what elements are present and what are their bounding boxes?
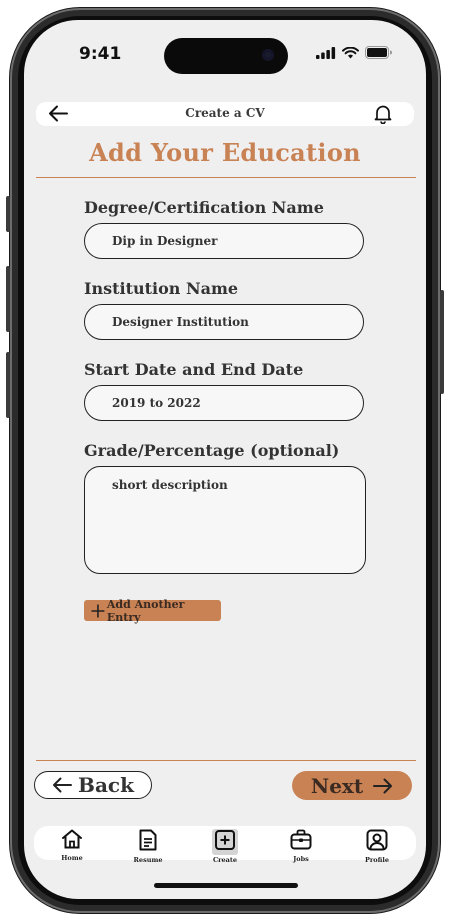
next-button[interactable]: Next: [292, 771, 412, 800]
next-button-label: Next: [310, 773, 364, 798]
signal-icon: [316, 46, 336, 59]
user-square-icon: [366, 829, 388, 851]
nav-label-resume: Resume: [133, 856, 163, 864]
nav-label-create: Create: [212, 856, 238, 864]
degree-input[interactable]: Dip in Designer: [84, 223, 364, 259]
institution-input[interactable]: Designer Institution: [84, 304, 364, 340]
app-bar-title: Create a CV: [185, 106, 265, 120]
nav-label-jobs: Jobs: [293, 855, 309, 863]
degree-label: Degree/Certification Name: [84, 198, 324, 217]
dates-label: Start Date and End Date: [84, 360, 304, 379]
volume-down-button: [6, 352, 10, 418]
dynamic-island: [164, 38, 288, 74]
institution-label: Institution Name: [84, 279, 239, 298]
wifi-icon: [342, 46, 359, 58]
volume-up-button: [6, 266, 10, 332]
bottom-nav: Home Resume Create Jobs Profile: [34, 826, 416, 864]
camera-icon: [262, 49, 274, 61]
footer-divider: [36, 760, 416, 761]
grade-textarea[interactable]: short description: [84, 466, 366, 574]
app-bar: Create a CV: [36, 102, 414, 126]
nav-item-resume[interactable]: Resume: [123, 829, 173, 864]
home-indicator[interactable]: [154, 883, 298, 888]
silent-switch: [6, 196, 10, 232]
back-button-label: Back: [78, 773, 134, 797]
add-another-entry-button[interactable]: Add Another Entry: [84, 597, 221, 624]
screen: 9:41 Create a CV Add Your Education Degr…: [24, 20, 426, 899]
add-another-entry-label: Add Another Entry: [106, 597, 185, 624]
nav-item-jobs[interactable]: Jobs: [276, 829, 326, 863]
status-icons: [316, 46, 392, 59]
nav-item-profile[interactable]: Profile: [352, 829, 402, 864]
battery-icon: [365, 46, 392, 59]
bell-icon[interactable]: [374, 104, 392, 124]
nav-item-home[interactable]: Home: [47, 829, 97, 862]
plus-icon: [91, 604, 105, 617]
back-button[interactable]: Back: [34, 771, 152, 799]
status-time: 9:41: [79, 44, 122, 64]
plus-square-icon: [215, 830, 235, 850]
home-icon: [62, 829, 82, 849]
page-title: Add Your Education: [89, 138, 361, 167]
document-icon: [139, 829, 157, 851]
arrow-left-icon: [53, 777, 73, 793]
nav-label-home: Home: [61, 854, 83, 862]
dates-input[interactable]: 2019 to 2022: [84, 385, 364, 421]
grade-label: Grade/Percentage (optional): [84, 441, 340, 460]
title-divider: [36, 177, 416, 178]
power-button: [440, 290, 444, 394]
briefcase-icon: [290, 829, 312, 850]
nav-label-profile: Profile: [365, 856, 389, 864]
nav-item-create[interactable]: Create: [200, 829, 250, 864]
arrow-right-icon: [373, 778, 393, 793]
